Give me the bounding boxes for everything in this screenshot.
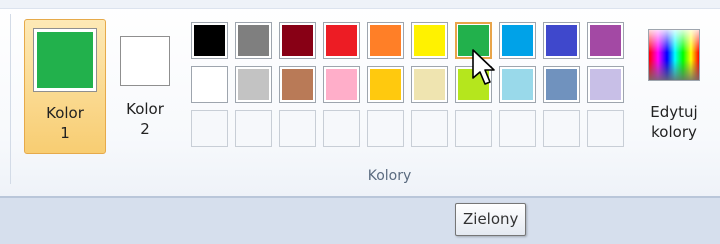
palette-custom-color-slot[interactable]: [587, 110, 624, 147]
color2-label-line1: Kolor: [126, 100, 164, 118]
color1-swatch-fill: [37, 32, 93, 88]
color2-label: Kolor 2: [112, 99, 178, 139]
palette-swatch-fill: [414, 69, 445, 100]
palette-custom-color-slot[interactable]: [543, 110, 580, 147]
palette-custom-color-slot[interactable]: [235, 110, 272, 147]
group-label-colors: Kolory: [367, 168, 412, 184]
palette-color-swatch[interactable]: [499, 22, 536, 59]
color1-label-line1: Kolor: [46, 104, 84, 122]
palette-color-swatch[interactable]: [323, 22, 360, 59]
palette-swatch-fill: [370, 69, 401, 100]
palette-swatch-fill: [326, 25, 357, 56]
palette-color-swatch[interactable]: [587, 66, 624, 103]
palette-swatch-fill: [502, 25, 533, 56]
palette-swatch-fill: [370, 25, 401, 56]
palette-color-swatch[interactable]: [543, 66, 580, 103]
palette-color-swatch[interactable]: [279, 22, 316, 59]
mouse-pointer-icon: [472, 49, 495, 85]
palette-swatch-fill: [546, 69, 577, 100]
palette-swatch-fill: [238, 69, 269, 100]
palette-color-swatch[interactable]: [499, 66, 536, 103]
palette-color-swatch[interactable]: [279, 66, 316, 103]
color1-button[interactable]: Kolor 1: [24, 19, 106, 154]
ribbon-top-border: [0, 0, 720, 9]
color2-label-line2: 2: [140, 120, 150, 138]
color2-swatch: [120, 36, 170, 86]
palette-custom-color-slot[interactable]: [455, 110, 492, 147]
palette-custom-color-slot[interactable]: [323, 110, 360, 147]
color2-swatch-fill: [124, 40, 166, 82]
edit-colors-label-line2: kolory: [651, 123, 697, 141]
palette-swatch-fill: [502, 69, 533, 100]
status-bar: [0, 198, 720, 244]
palette-swatch-fill: [194, 69, 225, 100]
palette-color-swatch[interactable]: [543, 22, 580, 59]
palette-swatch-fill: [546, 25, 577, 56]
palette-custom-color-slot[interactable]: [367, 110, 404, 147]
palette-color-swatch[interactable]: [367, 22, 404, 59]
palette-swatch-fill: [590, 69, 621, 100]
palette-color-swatch[interactable]: [235, 22, 272, 59]
palette-custom-color-slot[interactable]: [279, 110, 316, 147]
palette-swatch-fill: [326, 69, 357, 100]
palette-custom-color-slot[interactable]: [191, 110, 228, 147]
palette-custom-color-slot[interactable]: [499, 110, 536, 147]
palette-swatch-fill: [194, 25, 225, 56]
palette-swatch-fill: [590, 25, 621, 56]
color1-label: Kolor 1: [25, 103, 105, 143]
palette-color-swatch[interactable]: [323, 66, 360, 103]
palette-swatch-fill: [282, 25, 313, 56]
edit-colors-button[interactable]: Edytuj kolory: [634, 19, 714, 154]
group-separator: [10, 14, 11, 184]
palette-custom-color-slot[interactable]: [411, 110, 448, 147]
palette-swatch-fill: [282, 69, 313, 100]
palette-color-swatch[interactable]: [411, 22, 448, 59]
palette-swatch-fill: [414, 25, 445, 56]
palette-color-swatch[interactable]: [587, 22, 624, 59]
color1-label-line2: 1: [60, 124, 70, 142]
color-name-tooltip: Zielony: [455, 203, 527, 236]
palette-color-swatch[interactable]: [367, 66, 404, 103]
palette-color-swatch[interactable]: [235, 66, 272, 103]
palette-color-swatch[interactable]: [191, 22, 228, 59]
palette-color-swatch[interactable]: [191, 66, 228, 103]
color1-swatch: [33, 28, 97, 92]
color-spectrum-icon: [648, 29, 700, 81]
color2-button[interactable]: Kolor 2: [112, 19, 178, 154]
palette-color-swatch[interactable]: [411, 66, 448, 103]
palette-swatch-fill: [238, 25, 269, 56]
edit-colors-label: Edytuj kolory: [650, 102, 697, 142]
edit-colors-label-line1: Edytuj: [650, 103, 698, 121]
